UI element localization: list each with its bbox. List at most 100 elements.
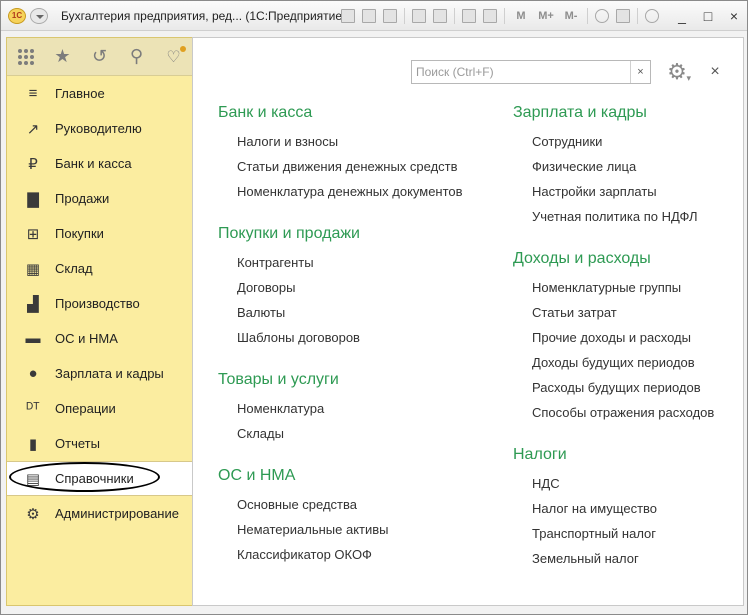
ruble-icon: ₽ [28,155,38,173]
app-menu-button[interactable] [30,8,48,24]
sidebar-toolbar: ★ ↺ ⚲ ♡ [7,38,192,76]
info-icon[interactable] [643,7,661,25]
catalog-link[interactable]: Классификатор ОКОФ [237,542,498,567]
sidebar-item-13[interactable]: ⚙ Администрирование [7,496,192,531]
sidebar-item-label: Производство [55,296,140,311]
catalog-link[interactable]: Настройки зарплаты [532,179,743,204]
calculator-icon[interactable] [460,7,478,25]
section-links: Контрагенты Договоры Валюты Шаблоны договор… [218,250,498,350]
export-icon[interactable] [410,7,428,25]
catalog-link[interactable]: Доходы будущих периодов [532,350,743,375]
section-links: Сотрудники Физические лица Настройки зарпл… [513,129,743,229]
toolbar-divider [404,8,405,24]
app-logo-icon[interactable]: 1С [8,8,26,24]
settings-gear-icon[interactable]: ⚙ ▾ [663,58,691,86]
sidebar-item-8[interactable]: ▬ ОС и НМА [7,321,192,356]
catalog-link[interactable]: Номенклатура [237,396,498,421]
window-title: Бухгалтерия предприятия, ред... (1С:Пред… [61,9,347,23]
catalog-link[interactable]: Налоги и взносы [237,129,498,154]
preview-icon[interactable] [381,7,399,25]
sidebar-item-7[interactable]: ▟ Производство [7,286,192,321]
sidebar-item-11[interactable]: ▮ Отчеты [7,426,192,461]
sidebar-item-label: Операции [55,401,116,416]
sidebar-item-3[interactable]: ₽ Банк и касса [7,146,192,181]
section-title: Товары и услуги [218,371,339,388]
catalog-link[interactable]: Прочие доходы и расходы [532,325,743,350]
link-icon[interactable] [431,7,449,25]
catalog-link[interactable]: Транспортный налог [532,521,743,546]
panel-icon[interactable] [614,7,632,25]
sidebar-item-2[interactable]: ↗ Руководителю [7,111,192,146]
star-icon[interactable]: ★ [44,38,81,76]
minimize-button[interactable]: _ [671,6,693,26]
sidebar-item-9[interactable]: ● Зарплата и кадры [7,356,192,391]
catalog-link[interactable]: Сотрудники [532,129,743,154]
catalog-link[interactable]: Склады [237,421,498,446]
catalog-link[interactable]: Номенклатурные группы [532,275,743,300]
catalog-link[interactable]: Валюты [237,300,498,325]
memory-minus-button[interactable]: M- [560,7,582,25]
sidebar-item-1[interactable]: ≡ Главное [7,76,192,111]
gear-icon: ⚙ [26,505,40,523]
sections-list: ≡ Главное ↗ Руководителю ₽ Банк и касса ▇ Прода… [7,76,192,531]
save-icon[interactable] [339,7,357,25]
catalog-link[interactable]: Номенклатура денежных документов [237,179,498,204]
catalog-link[interactable]: Контрагенты [237,250,498,275]
print-icon[interactable] [360,7,378,25]
maximize-button[interactable]: □ [697,6,719,26]
close-window-button[interactable]: × [723,6,745,26]
section-links: Налоги и взносы Статьи движения денежных … [218,129,498,204]
catalog-link[interactable]: Основные средства [237,492,498,517]
catalog-link[interactable]: Учетная политика по НДФЛ [532,204,743,229]
sidebar-item-label: Покупки [55,226,104,241]
toolbar-divider [504,8,505,24]
sidebar-item-6[interactable]: ▦ Склад [7,251,192,286]
left-column: Банк и касса Налоги и взносы Статьи движен… [218,100,498,584]
catalog-link[interactable]: Шаблоны договоров [237,325,498,350]
main-panel: × ⚙ ▾ × Банк и кассаНалоги и взносыСтать… [192,37,744,606]
sidebar-item-12[interactable]: ▤ Справочники [7,461,192,496]
section-title: Покупки и продажи [218,225,360,242]
search-icon[interactable]: ⚲ [118,38,155,76]
cart-icon: ⊞ [26,225,40,243]
section-title: Налоги [513,446,567,463]
catalog-link[interactable]: Земельный налог [532,546,743,571]
section-links: Номенклатурные группы Статьи затрат Прочие… [513,275,743,425]
dt-kt-icon: ᴰᵀ [26,400,40,417]
sidebar-item-10[interactable]: ᴰᵀ Операции [7,391,192,426]
catalog-link[interactable]: Налог на имущество [532,496,743,521]
truck-icon: ▬ [25,330,41,347]
sidebar-item-5[interactable]: ⊞ Покупки [7,216,192,251]
bell-icon[interactable]: ♡ [155,38,192,76]
section-title: Доходы и расходы [513,250,651,267]
settings-dropdown-icon: ▾ [686,73,691,83]
catalog-link[interactable]: Договоры [237,275,498,300]
close-panel-button[interactable]: × [705,62,725,82]
catalog-link[interactable]: Расходы будущих периодов [532,375,743,400]
right-column: Зарплата и кадры Сотрудники Физические лиц… [513,100,743,588]
catalog-link[interactable]: Статьи затрат [532,300,743,325]
catalog-link[interactable]: Нематериальные активы [237,517,498,542]
catalog-link[interactable]: НДС [532,471,743,496]
title-bar: 1С Бухгалтерия предприятия, ред... (1С:П… [1,1,747,31]
search-input[interactable] [412,61,630,83]
clear-search-button[interactable]: × [630,61,650,83]
sidebar-item-4[interactable]: ▇ Продажи [7,181,192,216]
section-title: ОС и НМА [218,467,296,484]
apps-grid-icon[interactable] [7,38,44,76]
book-icon: ▤ [25,470,41,488]
memory-button[interactable]: M [510,7,532,25]
section-title: Банк и касса [218,104,313,121]
sidebar-item-label: Администрирование [55,506,179,521]
calendar-icon[interactable] [481,7,499,25]
catalog-link[interactable]: Физические лица [532,154,743,179]
history-icon[interactable]: ↺ [81,38,118,76]
catalog-link[interactable]: Статьи движения денежных средств [237,154,498,179]
memory-plus-button[interactable]: M+ [535,7,557,25]
sidebar-item-label: Руководителю [55,121,142,136]
sidebar-item-label: Справочники [55,471,134,486]
zoom-icon[interactable] [593,7,611,25]
warehouse-icon: ▦ [25,260,41,278]
catalog-link[interactable]: Способы отражения расходов [532,400,743,425]
sidebar-item-label: Главное [55,86,105,101]
